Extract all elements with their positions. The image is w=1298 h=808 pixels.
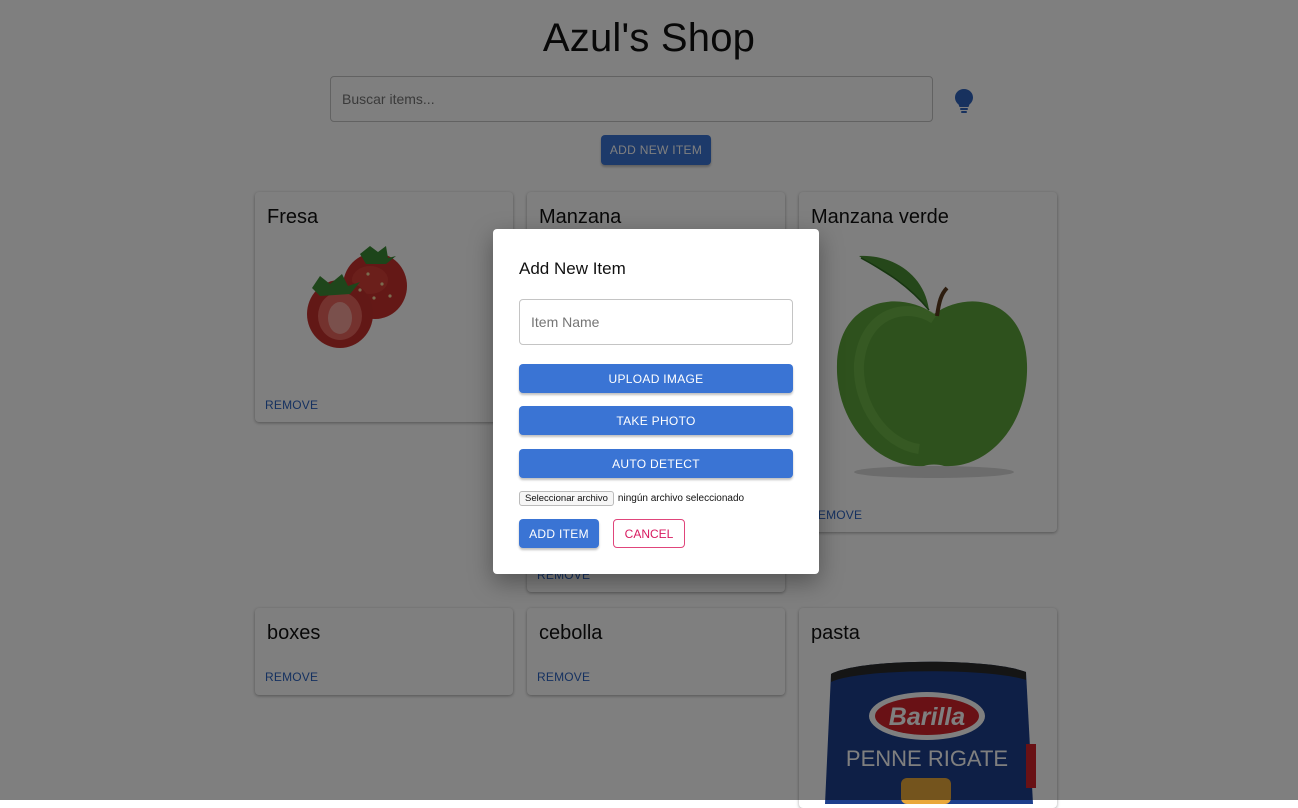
upload-image-button[interactable]: UPLOAD IMAGE: [519, 364, 793, 393]
dialog-title: Add New Item: [519, 259, 626, 278]
add-item-button[interactable]: ADD ITEM: [519, 519, 599, 548]
cancel-button[interactable]: CANCEL: [613, 519, 685, 548]
file-status: ningún archivo seleccionado: [617, 492, 745, 504]
auto-detect-button[interactable]: AUTO DETECT: [519, 449, 793, 478]
add-item-dialog: Add New Item UPLOAD IMAGE TAKE PHOTO AUT…: [493, 229, 819, 574]
file-picker: Seleccionar archivo ningún archivo selec…: [519, 490, 745, 506]
item-name-input[interactable]: [519, 299, 793, 345]
take-photo-button[interactable]: TAKE PHOTO: [519, 406, 793, 435]
choose-file-button[interactable]: Seleccionar archivo: [519, 490, 614, 506]
